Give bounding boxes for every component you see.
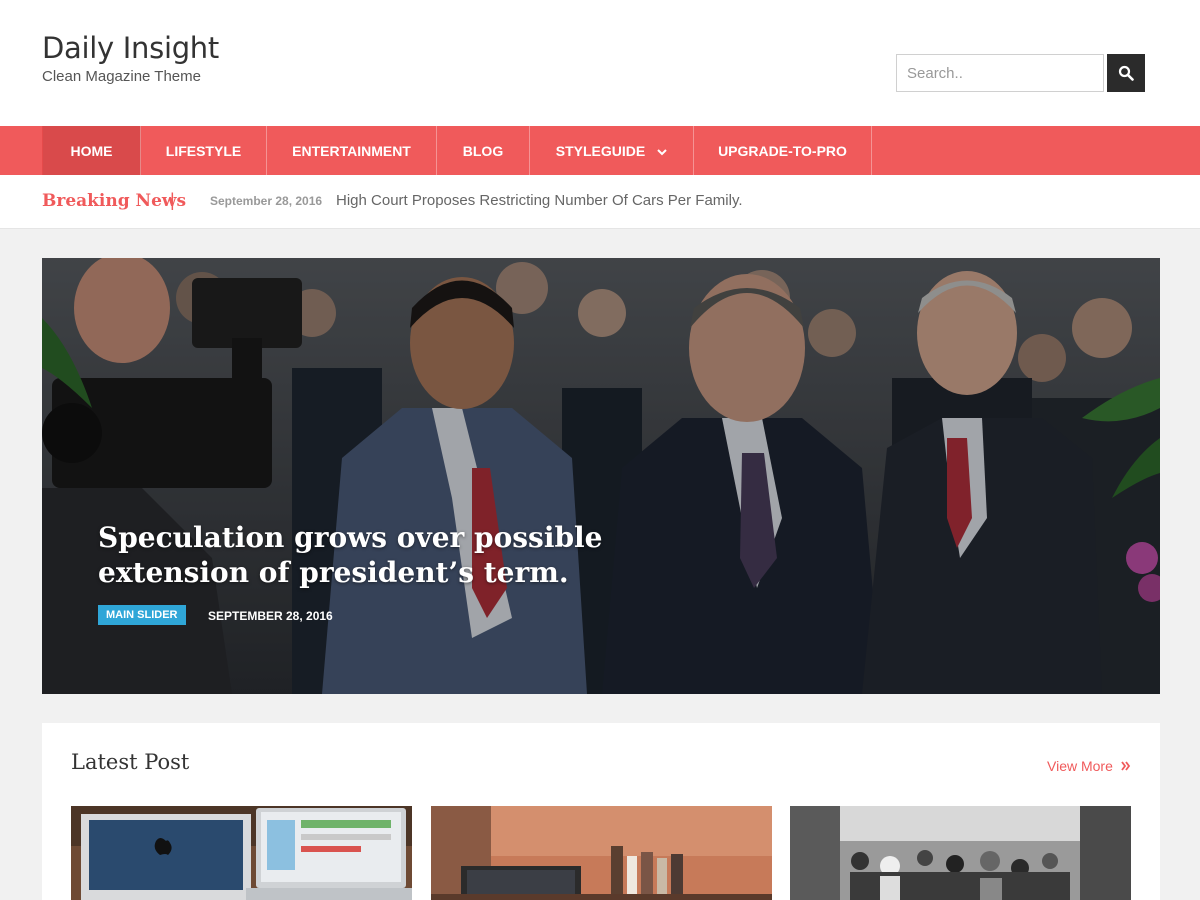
nav-item-label: HOME bbox=[70, 142, 113, 159]
slide-title[interactable]: Speculation grows over possible extensio… bbox=[98, 520, 618, 590]
main-nav: HOME LIFESTYLE ENTERTAINMENT BLOG STYLEG… bbox=[0, 126, 1200, 175]
breaking-news-headline[interactable]: High Court Proposes Restricting Number O… bbox=[336, 192, 743, 209]
nav-item-label: LIFESTYLE bbox=[165, 142, 242, 159]
post-thumbnail[interactable] bbox=[790, 806, 1131, 900]
street-crowd-image bbox=[790, 806, 1131, 900]
nav-item-home[interactable]: HOME bbox=[43, 126, 141, 175]
nav-item-label: BLOG bbox=[462, 142, 504, 159]
nav-item-styleguide[interactable]: STYLEGUIDE bbox=[530, 126, 694, 175]
search-input[interactable] bbox=[896, 54, 1104, 92]
search-icon bbox=[1118, 65, 1134, 81]
post-thumbnail[interactable] bbox=[71, 806, 412, 900]
latest-post-section: Latest Post View More bbox=[42, 723, 1160, 900]
breaking-news-label: Breaking News bbox=[42, 191, 187, 211]
slide-date: SEPTEMBER 28, 2016 bbox=[208, 609, 333, 623]
site-header: Daily Insight Clean Magazine Theme bbox=[0, 0, 1200, 126]
view-more-link[interactable]: View More bbox=[1047, 758, 1131, 774]
nav-item-label: STYLEGUIDE bbox=[555, 142, 646, 159]
computer-desk-image bbox=[71, 806, 412, 900]
nav-item-label: UPGRADE-TO-PRO bbox=[718, 142, 847, 159]
chevron-down-icon bbox=[657, 143, 667, 159]
slide-category-badge[interactable]: MAIN SLIDER bbox=[98, 605, 186, 625]
nav-item-entertainment[interactable]: ENTERTAINMENT bbox=[267, 126, 437, 175]
nav-item-upgrade-to-pro[interactable]: UPGRADE-TO-PRO bbox=[694, 126, 872, 175]
desk-laptop-image bbox=[431, 806, 772, 900]
search-button[interactable] bbox=[1107, 54, 1145, 92]
site-title[interactable]: Daily Insight bbox=[42, 31, 219, 65]
section-title: Latest Post bbox=[71, 750, 190, 774]
nav-item-label: ENTERTAINMENT bbox=[292, 142, 411, 159]
view-more-label: View More bbox=[1047, 758, 1113, 774]
double-chevron-right-icon bbox=[1121, 758, 1131, 774]
breaking-news-bar: Breaking News | September 28, 2016 High … bbox=[0, 175, 1200, 229]
nav-item-blog[interactable]: BLOG bbox=[437, 126, 530, 175]
main-slider[interactable]: Speculation grows over possible extensio… bbox=[42, 258, 1160, 694]
breaking-news-separator: | bbox=[170, 190, 175, 210]
post-thumbnail[interactable] bbox=[431, 806, 772, 900]
nav-list: HOME LIFESTYLE ENTERTAINMENT BLOG STYLEG… bbox=[42, 126, 872, 175]
slider-image bbox=[42, 258, 1160, 694]
site-tagline: Clean Magazine Theme bbox=[42, 68, 201, 85]
breaking-news-date: September 28, 2016 bbox=[210, 194, 323, 208]
nav-item-lifestyle[interactable]: LIFESTYLE bbox=[141, 126, 267, 175]
